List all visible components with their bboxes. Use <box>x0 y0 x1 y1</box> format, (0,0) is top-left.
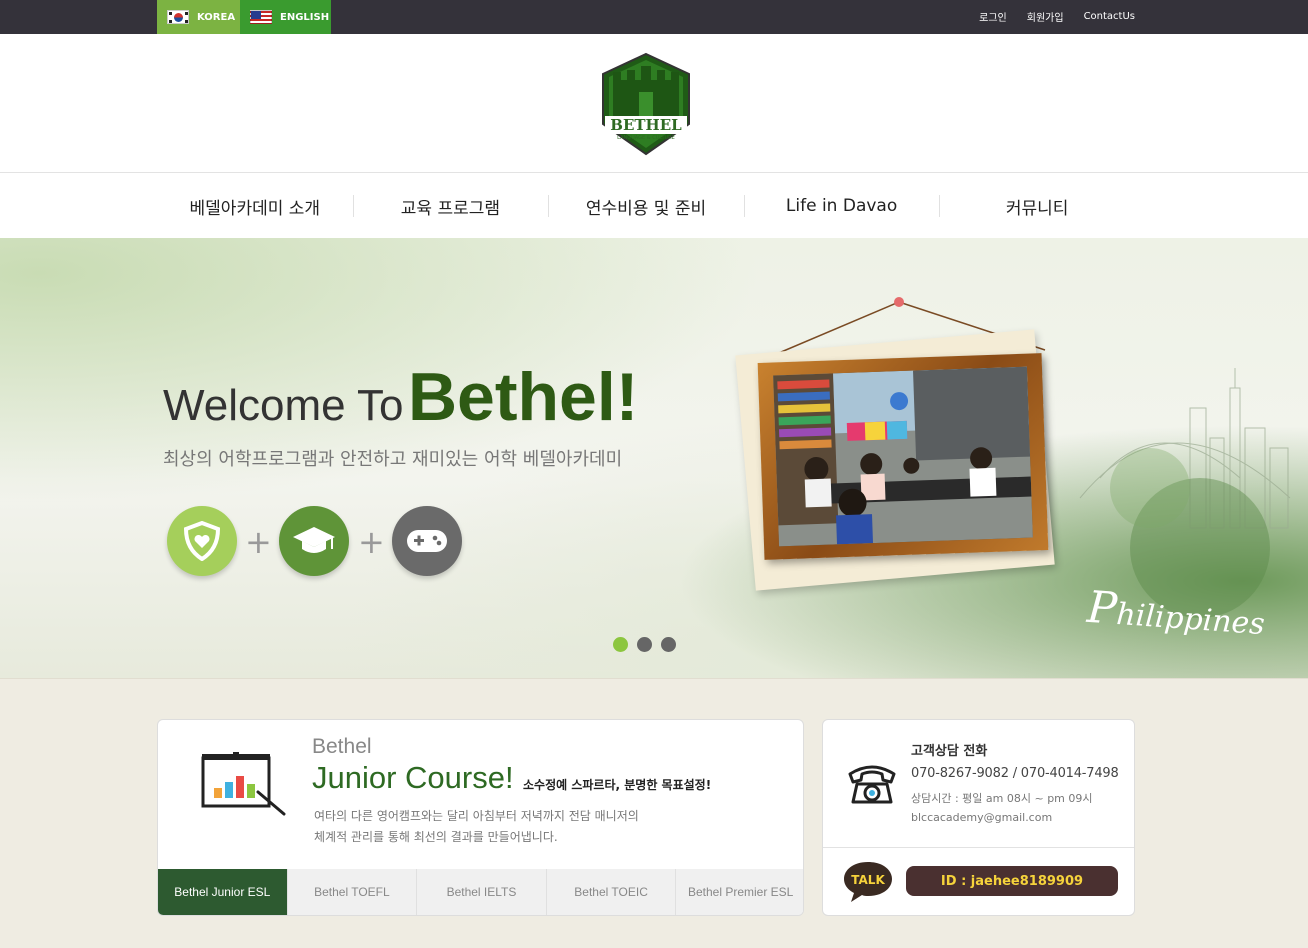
presentation-board-icon <box>201 752 286 816</box>
slider-dot-1[interactable] <box>613 637 628 652</box>
signup-link[interactable]: 회원가입 <box>1027 9 1064 24</box>
contact-link[interactable]: ContactUs <box>1084 11 1135 22</box>
slider-dot-3[interactable] <box>661 637 676 652</box>
telephone-icon <box>848 765 896 804</box>
course-desc-line-1: 여타의 다른 영어캠프와는 달리 아침부터 저녁까지 전담 매니저의 <box>314 809 639 823</box>
header: BETHEL LANGUAGE & CULTURE <box>0 34 1308 173</box>
tab-ielts[interactable]: Bethel IELTS <box>417 869 547 915</box>
graduation-cap-icon <box>279 506 349 576</box>
classroom-photo-frame <box>735 292 1075 592</box>
us-flag-icon <box>250 10 272 24</box>
course-desc-line-2: 체계적 관리를 통해 최선의 결과를 만들어냅니다. <box>314 830 558 844</box>
kakao-talk-label: TALK <box>851 873 885 887</box>
hero-welcome-text: Welcome To <box>163 381 404 430</box>
nav-item-programs[interactable]: 교육 프로그램 <box>352 174 549 238</box>
logo-text: BETHEL <box>610 116 682 134</box>
contact-hours: 상담시간 : 평일 am 08시 ~ pm 09시 <box>911 792 1093 805</box>
lang-english-button[interactable]: ENGLISH <box>240 0 331 34</box>
hero-slider: Welcome To Bethel! 최상의 어학프로그램과 안전하고 재미있는… <box>0 238 1308 678</box>
course-tagline: 소수정예 스파르타, 분명한 목표설정! <box>523 778 712 792</box>
tab-toefl[interactable]: Bethel TOEFL <box>287 869 418 915</box>
hero-subtitle: 최상의 어학프로그램과 안전하고 재미있는 어학 베델아카데미 <box>163 449 623 470</box>
course-panel: Bethel Junior Course! 소수정예 스파르타, 분명한 목표설… <box>157 719 804 916</box>
lang-korea-label: KOREA <box>197 11 236 23</box>
slider-dot-2[interactable] <box>637 637 652 652</box>
kakao-talk-icon: TALK <box>844 862 892 902</box>
nav-item-about[interactable]: 베델아카데미 소개 <box>157 174 353 238</box>
logo-subtext: LANGUAGE & CULTURE <box>617 135 675 141</box>
hero-headline: Welcome To Bethel! <box>163 358 638 436</box>
philippines-rest: hilippines <box>1115 596 1266 643</box>
shield-heart-icon <box>167 506 237 576</box>
hero-bethel-text: Bethel! <box>407 359 639 435</box>
contact-panel: 고객상담 전화 070-8267-9082 / 070-4014-7498 상담… <box>822 719 1135 916</box>
korea-flag-icon <box>167 10 189 24</box>
bottom-section: Bethel Junior Course! 소수정예 스파르타, 분명한 목표설… <box>0 678 1308 948</box>
nav-item-costs[interactable]: 연수비용 및 준비 <box>548 174 744 238</box>
top-links: 로그인 회원가입 ContactUs <box>979 0 1135 32</box>
plus-icon: + <box>245 523 272 561</box>
bethel-logo[interactable]: BETHEL LANGUAGE & CULTURE <box>599 52 693 156</box>
nav-item-community[interactable]: 커뮤니티 <box>939 174 1135 238</box>
contact-email[interactable]: blccacademy@gmail.com <box>911 811 1052 824</box>
lang-korea-button[interactable]: KOREA <box>157 0 240 34</box>
login-link[interactable]: 로그인 <box>979 9 1007 24</box>
lang-english-label: ENGLISH <box>280 11 330 23</box>
top-bar: KOREA ENGLISH 로그인 회원가입 ContactUs <box>0 0 1308 34</box>
slider-pagination <box>613 637 676 652</box>
wooden-frame <box>757 353 1049 560</box>
course-bethel-label: Bethel <box>312 735 372 758</box>
main-nav: 베델아카데미 소개 교육 프로그램 연수비용 및 준비 Life in Dava… <box>157 174 1135 238</box>
gamepad-icon <box>392 506 462 576</box>
tab-toeic[interactable]: Bethel TOEIC <box>546 869 677 915</box>
course-tabs: Bethel Junior ESL Bethel TOEFL Bethel IE… <box>158 869 803 915</box>
kakao-id-badge[interactable]: ID : jaehee8189909 <box>906 866 1118 896</box>
course-description: 여타의 다른 영어캠프와는 달리 아침부터 저녁까지 전담 매니저의 체계적 관… <box>314 806 639 848</box>
tab-premier-esl[interactable]: Bethel Premier ESL <box>676 869 803 915</box>
contact-phone-numbers: 070-8267-9082 / 070-4014-7498 <box>911 766 1119 781</box>
course-title: Junior Course! <box>312 760 514 795</box>
classroom-photo <box>773 366 1033 547</box>
philippines-initial: P <box>1085 581 1119 635</box>
plus-icon: + <box>358 523 385 561</box>
tab-junior-esl[interactable]: Bethel Junior ESL <box>158 869 288 915</box>
nav-item-life-in-davao[interactable]: Life in Davao <box>743 174 940 238</box>
contact-phone-section: 고객상담 전화 070-8267-9082 / 070-4014-7498 상담… <box>823 720 1134 848</box>
contact-title: 고객상담 전화 <box>911 744 988 759</box>
